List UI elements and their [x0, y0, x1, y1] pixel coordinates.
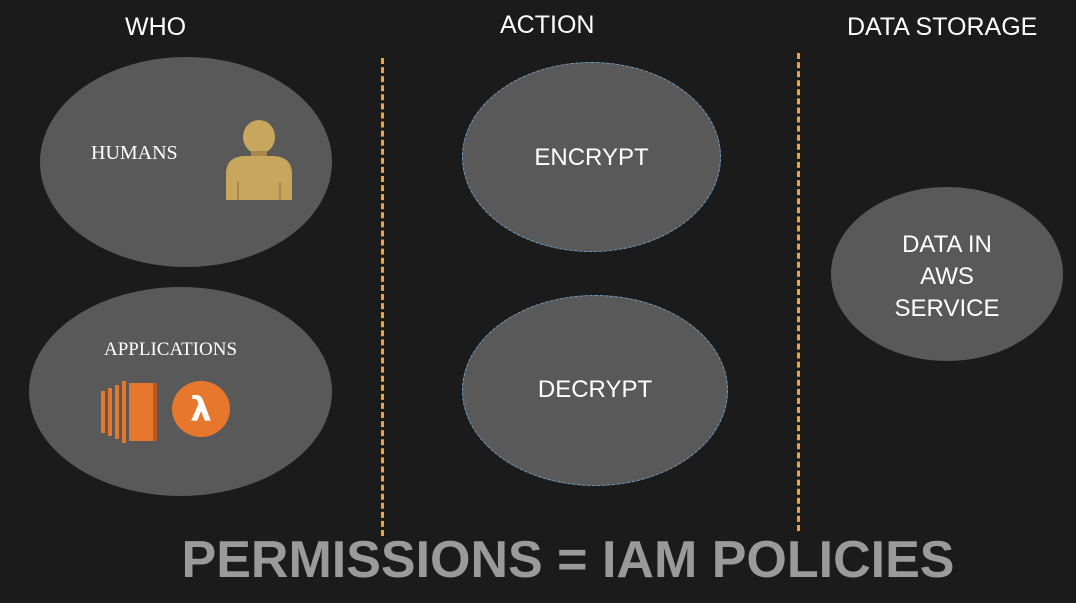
data-storage-header: DATA STORAGE: [847, 13, 1038, 41]
svg-text:λ: λ: [190, 390, 212, 430]
column-divider-left: [381, 58, 384, 536]
applications-label: APPLICATIONS: [104, 339, 238, 360]
ec2-server-icon: [101, 381, 157, 443]
who-header: WHO: [125, 13, 187, 41]
permissions-footer: PERMISSIONS = IAM POLICIES: [181, 531, 955, 589]
lambda-icon: λ: [172, 381, 230, 437]
humans-label: HUMANS: [91, 142, 178, 164]
data-in-aws-service-label: DATA IN AWS SERVICE: [831, 229, 1063, 325]
data-label-line-2: AWS: [920, 263, 974, 290]
data-label-line-1: DATA IN: [902, 231, 992, 258]
column-divider-right: [797, 53, 800, 531]
user-icon: [226, 120, 292, 200]
data-label-line-3: SERVICE: [894, 295, 1000, 322]
encrypt-label: ENCRYPT: [534, 144, 649, 171]
action-header: ACTION: [500, 11, 595, 39]
decrypt-label: DECRYPT: [537, 376, 653, 403]
